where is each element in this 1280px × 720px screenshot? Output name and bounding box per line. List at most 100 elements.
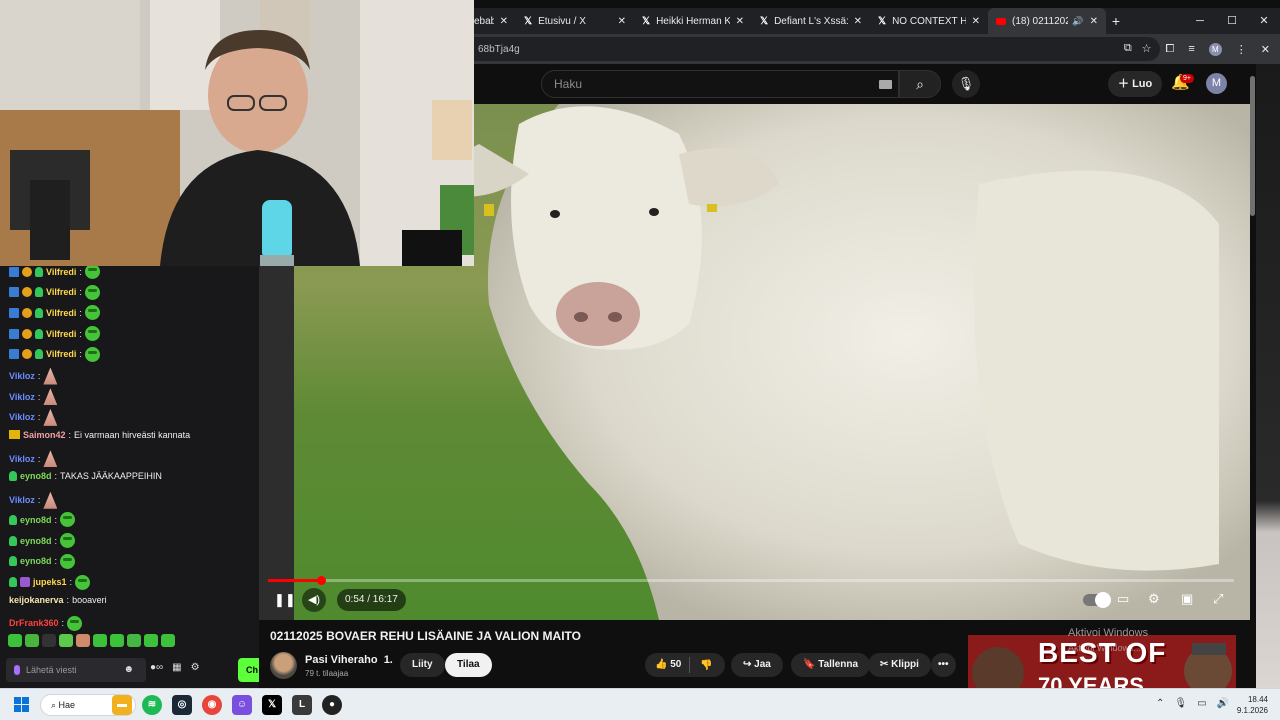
progress-bar[interactable] (268, 576, 1234, 585)
save-button[interactable]: 🔖 Tallenna (791, 653, 871, 677)
chrome-icon[interactable]: ◉ (202, 695, 222, 715)
autoplay-toggle[interactable] (1083, 592, 1111, 608)
emote-icon[interactable] (110, 634, 124, 647)
network-icon[interactable]: ▭ (1197, 698, 1206, 709)
channel-points-icon[interactable]: ●∞ (150, 662, 163, 673)
chat-username[interactable]: Vikloz (9, 495, 35, 505)
chat-username[interactable]: Vikloz (9, 392, 35, 402)
blue-badge-icon[interactable] (9, 328, 19, 339)
close-tab-icon[interactable]: ✕ (736, 16, 744, 27)
chat-username[interactable]: Vilfredi (46, 267, 76, 277)
settings-gear-icon[interactable]: ⚙ (1148, 591, 1160, 607)
more-actions-button[interactable]: ••• (931, 653, 956, 677)
chat-username[interactable]: jupeks1 (33, 577, 67, 587)
green-badge-icon[interactable] (35, 307, 43, 318)
emote-icon[interactable] (127, 634, 141, 647)
chat-settings-icon[interactable]: ⚙ (191, 662, 200, 673)
search-box[interactable] (541, 70, 899, 98)
close-tab-icon[interactable]: ✕ (500, 16, 508, 27)
tray-chevron-icon[interactable]: ⌃ (1156, 698, 1164, 709)
join-button[interactable]: Liity (400, 653, 445, 677)
green-badge-icon[interactable] (35, 266, 43, 277)
green-badge-icon[interactable] (9, 556, 17, 567)
emote-icon[interactable] (59, 634, 73, 647)
blue-badge-icon[interactable] (9, 266, 19, 277)
green-badge-icon[interactable] (9, 577, 17, 587)
gold-badge-icon[interactable] (22, 266, 32, 277)
browser-tab-active[interactable]: (18) 02112025 B 🔊 ✕ (988, 8, 1106, 34)
account-avatar[interactable]: M (1206, 73, 1227, 94)
steam-icon[interactable]: ◎ (172, 695, 192, 715)
close-tab-icon[interactable]: ✕ (1090, 16, 1098, 27)
close-tab-icon[interactable]: ✕ (972, 16, 980, 27)
mic-tray-icon[interactable]: 🎙 (1174, 698, 1187, 709)
clock[interactable]: 18.44 9.1.2026 (1236, 694, 1268, 716)
emoji-icon[interactable]: ☻ (123, 664, 134, 675)
minimize-icon[interactable]: ─ (1184, 8, 1216, 34)
close-window-icon[interactable]: ✕ (1248, 8, 1280, 34)
emote-icon[interactable] (8, 634, 22, 647)
chat-username[interactable]: eyno8d (20, 536, 52, 546)
blue-badge-icon[interactable] (9, 307, 19, 318)
chat-username[interactable]: Vilfredi (46, 287, 76, 297)
address-bar[interactable]: 68bTja4g ⧉ ☆ (474, 37, 1160, 61)
gold-badge-icon[interactable] (22, 307, 32, 318)
emote-icon[interactable] (161, 634, 175, 647)
store-icon[interactable]: ▦ (172, 662, 181, 673)
blue-badge-icon[interactable] (9, 287, 19, 298)
channel-name[interactable]: Pasi Viheraho 1. (305, 654, 393, 666)
green-badge-icon[interactable] (9, 535, 17, 546)
browser-menu-icon[interactable]: ⋮ (1236, 43, 1247, 56)
maximize-icon[interactable]: ☐ (1216, 8, 1248, 34)
gold-badge-icon[interactable] (22, 349, 32, 360)
chat-username[interactable]: keijokanerva (9, 595, 64, 605)
theater-mode-icon[interactable]: ▣ (1181, 591, 1193, 607)
green-badge-icon[interactable] (35, 328, 43, 339)
media-control-icon[interactable]: ≡ (1188, 43, 1194, 55)
chat-username[interactable]: Vilfredi (46, 329, 76, 339)
bookmark-star-icon[interactable]: ☆ (1142, 42, 1152, 55)
scrollbar-thumb[interactable] (1250, 76, 1255, 216)
close-tab-icon[interactable]: ✕ (618, 16, 626, 27)
fullscreen-icon[interactable]: ⤢ (1213, 591, 1223, 607)
league-client-icon[interactable]: L (292, 695, 312, 715)
share-button[interactable]: ↪ Jaa (731, 653, 783, 677)
windows-start-icon[interactable] (14, 697, 29, 712)
green-badge-icon[interactable] (9, 471, 17, 481)
browser-tab[interactable]: ebaby ✕ (474, 8, 516, 34)
chat-username[interactable]: eyno8d (20, 556, 52, 566)
green-badge-icon[interactable] (35, 287, 43, 298)
chat-username[interactable]: Vikloz (9, 454, 35, 464)
chat-username[interactable]: Vilfredi (46, 308, 76, 318)
green-badge-icon[interactable] (9, 514, 17, 525)
create-button[interactable]: ＋ Luo (1108, 71, 1163, 97)
chat-input[interactable] (26, 665, 116, 675)
obs-icon[interactable]: ● (322, 695, 342, 715)
volume-tray-icon[interactable]: 🔊 (1217, 698, 1229, 709)
like-button[interactable]: 👍 50 (645, 657, 691, 673)
chat-username[interactable]: Saimon42 (23, 430, 66, 440)
pause-button[interactable]: ❚❚ (274, 592, 296, 608)
emote-icon[interactable] (25, 634, 39, 647)
new-tab-button[interactable]: + (1106, 13, 1126, 29)
crown-badge-icon[interactable] (9, 430, 20, 440)
emote-icon[interactable] (76, 634, 90, 647)
chat-username[interactable]: Vilfredi (46, 349, 76, 359)
chat-username[interactable]: eyno8d (20, 471, 52, 481)
extensions-icon[interactable]: ⧠ (1166, 43, 1175, 56)
spotify-icon[interactable]: ≋ (142, 695, 162, 715)
chat-username[interactable]: eyno8d (20, 515, 52, 525)
search-input[interactable] (554, 77, 854, 91)
green-badge-icon[interactable] (35, 349, 43, 360)
chat-input-box[interactable]: ☻ (6, 658, 146, 682)
browser-tab[interactable]: 𝕏 Defiant L's Xssä: "K ✕ (752, 8, 870, 34)
clip-button[interactable]: ✂ Klippi (868, 653, 931, 677)
volume-button[interactable]: ◀) (302, 588, 326, 612)
x-app-icon[interactable]: 𝕏 (262, 695, 282, 715)
blue-badge-icon[interactable] (9, 349, 19, 360)
browser-tab[interactable]: 𝕏 NO CONTEXT HUMANS ✕ (870, 8, 988, 34)
subscribe-button[interactable]: Tilaa (445, 653, 492, 677)
emote-icon[interactable] (93, 634, 107, 647)
channel-avatar[interactable] (270, 652, 297, 679)
speaker-icon[interactable]: 🔊 (1072, 16, 1083, 27)
